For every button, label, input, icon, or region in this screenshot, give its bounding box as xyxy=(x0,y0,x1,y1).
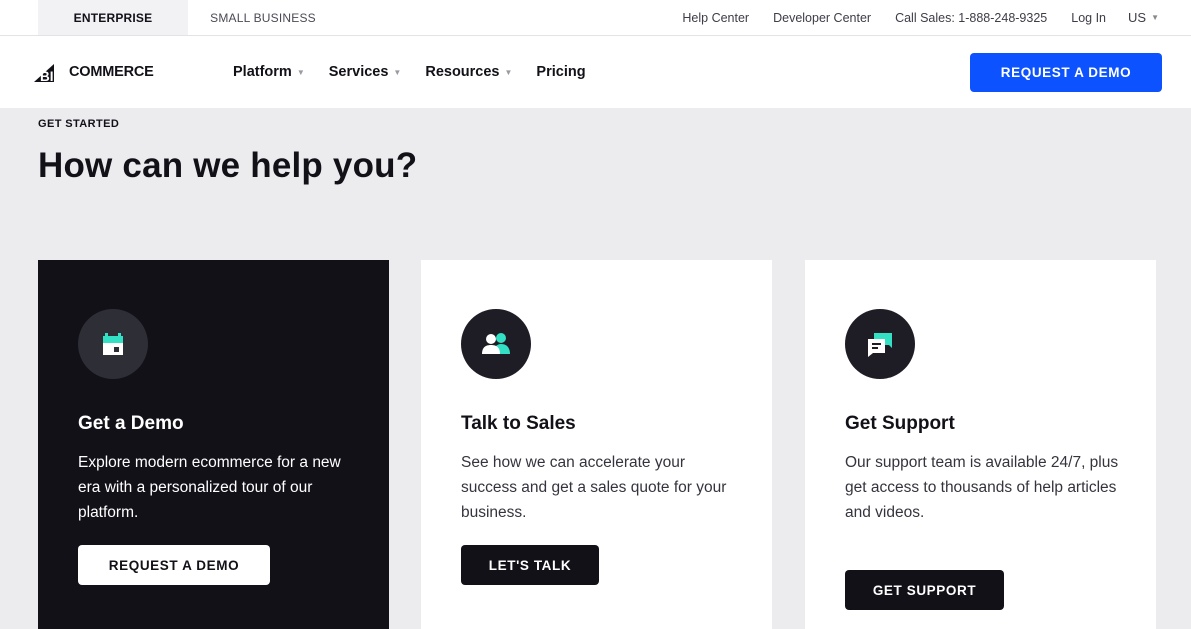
card-title: Talk to Sales xyxy=(461,413,576,434)
card-get-demo: Get a Demo Explore modern ecommerce for … xyxy=(38,260,389,629)
utility-links: Help Center Developer Center Call Sales:… xyxy=(682,0,1159,35)
nav-item-label: Services xyxy=(328,64,389,80)
card-talk-to-sales: Talk to Sales See how we can accelerate … xyxy=(421,260,772,629)
chevron-down-icon: ▼ xyxy=(393,67,402,77)
bigcommerce-logo[interactable]: BIG COMMERCE xyxy=(34,60,154,84)
logo-text: COMMERCE xyxy=(69,64,154,80)
segment-switcher: ENTERPRISE SMALL BUSINESS xyxy=(38,0,338,35)
chat-bubbles-icon xyxy=(868,333,892,357)
nav-item-services[interactable]: Services ▼ xyxy=(329,64,402,80)
card-title: Get a Demo xyxy=(78,413,184,434)
nav-item-pricing[interactable]: Pricing xyxy=(536,64,585,80)
segment-small-business[interactable]: SMALL BUSINESS xyxy=(188,0,338,35)
main-nav: BIG COMMERCE Platform ▼ Services ▼ Resourc… xyxy=(0,36,1191,108)
page-title: How can we help you? xyxy=(38,146,418,185)
log-in-link[interactable]: Log In xyxy=(1071,11,1106,25)
icon-circle xyxy=(78,309,148,379)
developer-center-link[interactable]: Developer Center xyxy=(773,11,871,25)
chevron-down-icon: ▼ xyxy=(1151,13,1159,22)
request-demo-button[interactable]: REQUEST A DEMO xyxy=(970,53,1162,92)
icon-circle xyxy=(461,309,531,379)
logo-mark-icon: BIG xyxy=(34,64,64,84)
card-get-support: Get Support Our support team is availabl… xyxy=(805,260,1156,629)
nav-item-label: Platform xyxy=(233,64,292,80)
lets-talk-button[interactable]: LET'S TALK xyxy=(461,545,599,585)
card-description: Our support team is available 24/7, plus… xyxy=(845,454,1119,521)
primary-menu: Platform ▼ Services ▼ Resources ▼ Pricing xyxy=(233,36,610,108)
region-label: US xyxy=(1128,10,1147,25)
chevron-down-icon: ▼ xyxy=(504,67,513,77)
calendar-icon xyxy=(103,333,123,355)
icon-circle xyxy=(845,309,915,379)
card-title: Get Support xyxy=(845,413,955,434)
nav-item-label: Resources xyxy=(425,64,500,80)
call-sales-link[interactable]: Call Sales: 1-888-248-9325 xyxy=(895,11,1047,25)
nav-item-resources[interactable]: Resources ▼ xyxy=(425,64,512,80)
logo-big-text: BIG xyxy=(40,69,64,84)
region-selector[interactable]: US ▼ xyxy=(1128,10,1159,25)
card-description: Explore modern ecommerce for a new era w… xyxy=(78,454,341,521)
utility-bar: ENTERPRISE SMALL BUSINESS Help Center De… xyxy=(0,0,1191,36)
chevron-down-icon: ▼ xyxy=(296,67,305,77)
help-center-link[interactable]: Help Center xyxy=(682,11,749,25)
nav-item-label: Pricing xyxy=(536,64,586,80)
people-icon xyxy=(482,333,510,354)
segment-enterprise[interactable]: ENTERPRISE xyxy=(38,0,188,35)
card-description: See how we can accelerate your success a… xyxy=(461,454,727,521)
eyebrow-label: GET STARTED xyxy=(38,118,120,130)
nav-item-platform[interactable]: Platform ▼ xyxy=(233,64,305,80)
get-support-button[interactable]: GET SUPPORT xyxy=(845,570,1004,610)
card-request-demo-button[interactable]: REQUEST A DEMO xyxy=(78,545,270,585)
